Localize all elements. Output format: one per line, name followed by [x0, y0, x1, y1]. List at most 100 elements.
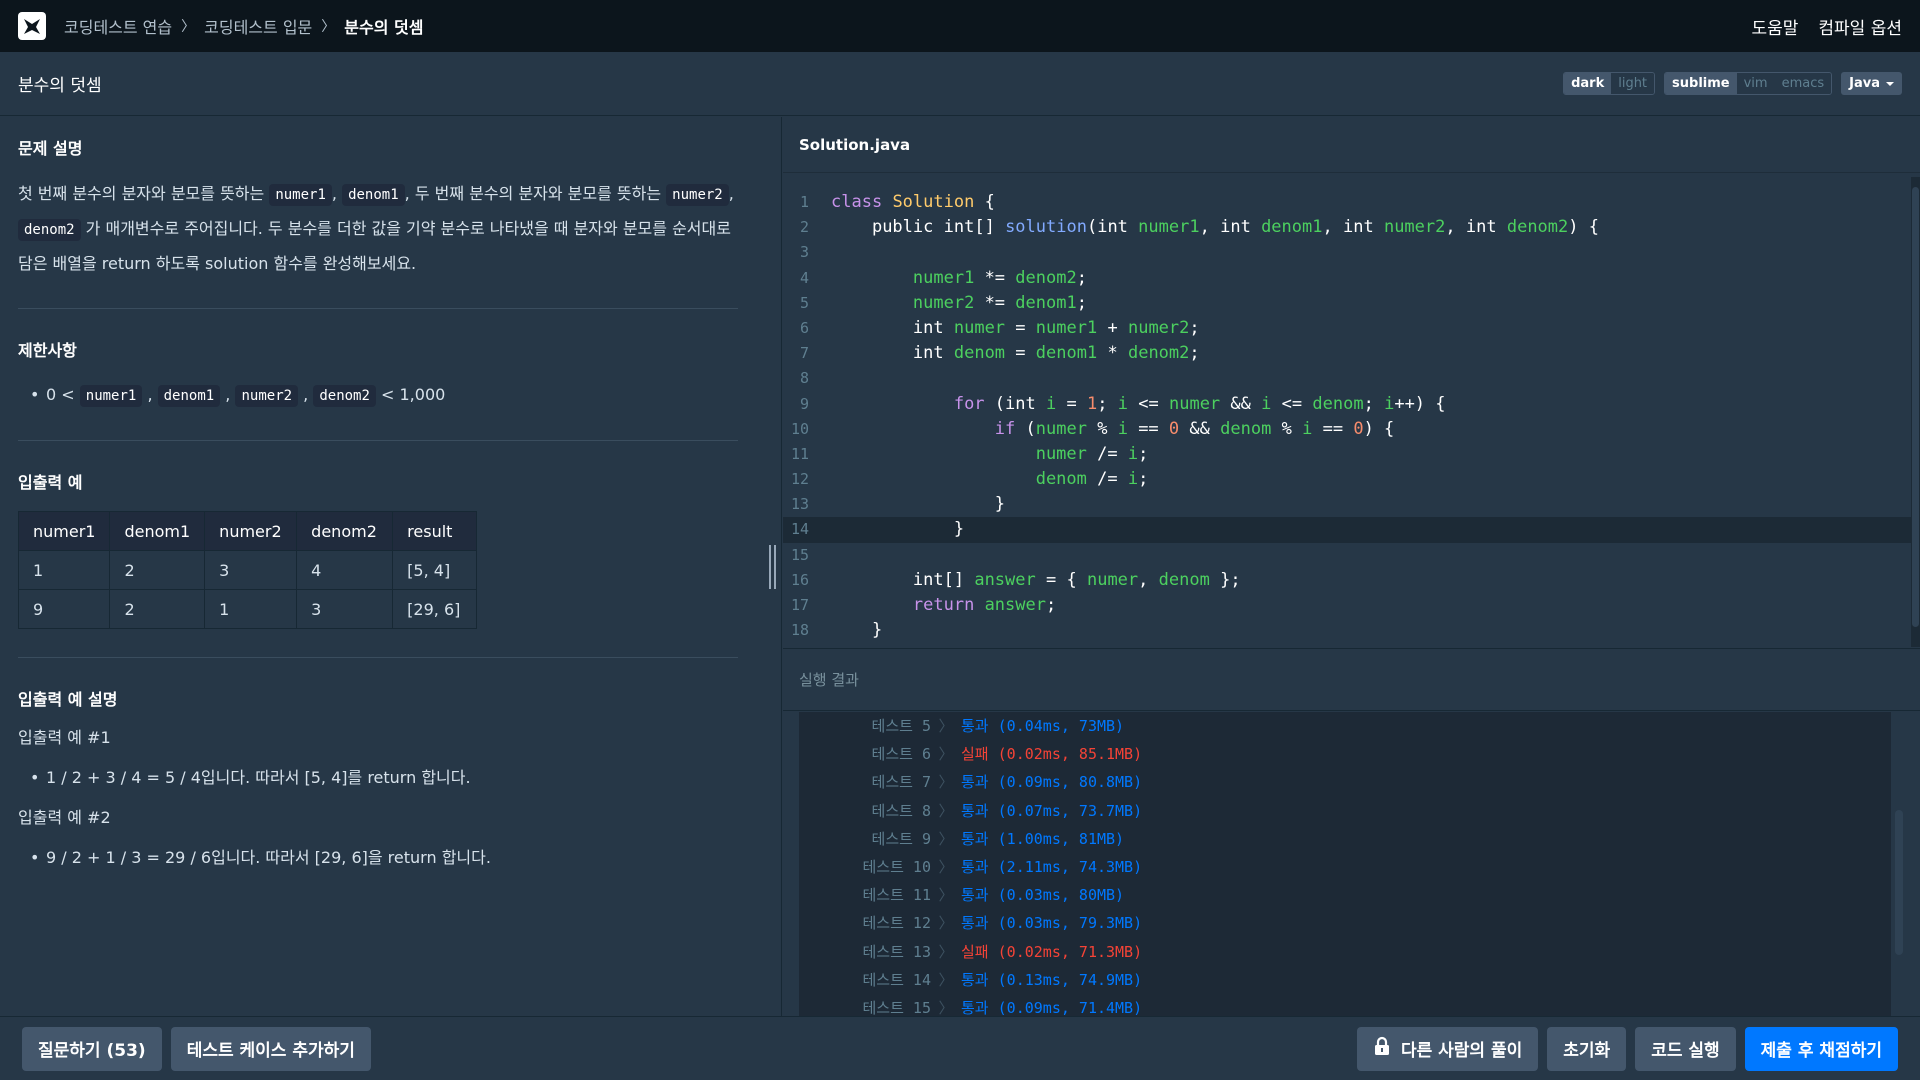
table-cell: 2 [109, 550, 206, 590]
results-panel: 실행 결과 테스트 5 〉 통과 (0.04ms, 73MB) 테스트 6 〉 실패 (0… [783, 648, 1920, 1017]
example-explanation: 9 / 2 + 1 / 3 = 29 / 6입니다. 따라서 [29, 6]을 … [30, 842, 763, 874]
lock-icon [1373, 1036, 1391, 1061]
section-heading: 제한사항 [18, 341, 77, 360]
code-line: 17 return answer; [783, 593, 1911, 618]
button-label: 다른 사람의 풀이 [1400, 1041, 1523, 1061]
table-row: 9 2 1 3 [29, 6] [17, 589, 478, 629]
others-solution-button[interactable]: 다른 사람의 풀이 [1356, 1026, 1539, 1071]
result-row: 테스트 7 〉 통과 (0.09ms, 80.8MB) [799, 768, 1891, 796]
table-cell: [5, 4] [392, 550, 478, 590]
results-scrollbar[interactable] [1895, 810, 1903, 955]
result-row: 테스트 5 〉 통과 (0.04ms, 73MB) [799, 712, 1891, 740]
language-select[interactable]: Java [1841, 72, 1902, 95]
test-name: 테스트 5 [871, 717, 931, 735]
keymap-sublime-button[interactable]: sublime [1665, 73, 1737, 94]
breadcrumb-coding-test-practice[interactable]: 코딩테스트 연습 [64, 14, 172, 38]
code-area[interactable]: 1 class Solution { 2 public int[] solutio… [783, 190, 1911, 643]
run-code-button[interactable]: 코드 실행 [1635, 1026, 1736, 1071]
line-number: 8 [799, 369, 809, 388]
bottom-action-bar: 질문하기 (53) 테스트 케이스 추가하기 다른 사람의 풀이 초기화 코드 … [0, 1016, 1920, 1080]
test-result-fail: 실패 (0.02ms, 85.1MB) [961, 745, 1143, 764]
chevron-right-icon: 〉 [938, 745, 954, 764]
keymap-emacs-button[interactable]: emacs [1774, 73, 1832, 94]
test-name: 테스트 12 [862, 914, 932, 933]
table-header: denom2 [296, 511, 394, 551]
inline-code: numer1 [79, 385, 143, 407]
ask-question-button[interactable]: 질문하기 (53) [22, 1026, 162, 1071]
line-number: 2 [799, 218, 809, 237]
top-navigation: 코딩테스트 연습 〉 코딩테스트 입문 〉 분수의 덧셈 도움말 컴파일 옵션 [0, 0, 1920, 52]
page-title: 분수의 덧셈 [18, 76, 102, 96]
chevron-right-icon: 〉 [938, 717, 954, 735]
test-result-pass: 통과 (2.11ms, 74.3MB) [961, 857, 1143, 876]
code-line: 10 if (numer % i == 0 && denom % i == 0)… [783, 417, 1911, 442]
programmers-logo-icon[interactable] [18, 12, 46, 40]
button-label: 제출 후 채점하기 [1760, 1041, 1882, 1061]
chevron-down-icon [1886, 81, 1894, 86]
button-label: 테스트 케이스 추가하기 [186, 1041, 355, 1061]
section-heading: 입출력 예 설명 [18, 690, 118, 709]
submit-button[interactable]: 제출 후 채점하기 [1744, 1026, 1898, 1071]
line-number: 4 [799, 268, 809, 287]
inline-code: numer2 [235, 385, 299, 407]
button-label: 코드 실행 [1651, 1041, 1720, 1061]
code-line: 12 denom /= i; [783, 467, 1911, 492]
test-result-pass: 통과 (0.13ms, 74.9MB) [961, 970, 1143, 989]
inline-code: denom2 [313, 385, 376, 407]
keymap-toggle: sublime vim emacs [1664, 72, 1833, 95]
problem-description-pane[interactable]: 문제 설명 첫 번째 분수의 분자와 분모를 뜻하는 numer1, denom… [0, 117, 782, 1016]
results-output[interactable]: 테스트 5 〉 통과 (0.04ms, 73MB) 테스트 6 〉 실패 (0.02ms,… [799, 712, 1891, 1017]
inline-code: numer2 [666, 184, 729, 206]
table-cell: 1 [204, 589, 298, 629]
line-number: 13 [790, 495, 809, 514]
editor-toolbar: dark light sublime vim emacs Java [1563, 72, 1902, 95]
line-number: 17 [790, 596, 809, 614]
code-line-active: 14 } [783, 517, 1911, 543]
add-testcase-button[interactable]: 테스트 케이스 추가하기 [170, 1026, 371, 1071]
io-example-table: numer1 denom1 numer2 denom2 result 1 2 3… [17, 511, 478, 629]
code-line: 9 for (int i = 1; i <= numer && i <= den… [783, 392, 1911, 417]
constraint-text: , [147, 385, 153, 404]
table-cell: 2 [109, 589, 206, 629]
constraints-section: 제한사항 0 < numer1 , denom1 , numer2 , deno… [18, 319, 763, 412]
chevron-right-icon: 〉 [181, 19, 196, 35]
chevron-right-icon: 〉 [938, 857, 954, 876]
table-header: denom1 [109, 511, 206, 551]
line-number: 16 [790, 570, 809, 589]
description-text: , 두 번째 분수의 분자와 분모를 뜻하는 [404, 184, 667, 203]
results-heading: 실행 결과 [783, 649, 1920, 711]
test-name: 테스트 9 [871, 829, 931, 848]
code-editor[interactable]: Solution.java 1 class Solution { 2 public… [783, 117, 1920, 647]
compile-options-link[interactable]: 컴파일 옵션 [1818, 14, 1902, 39]
result-row: 테스트 12 〉 통과 (0.03ms, 79.3MB) [799, 909, 1891, 937]
chevron-right-icon: 〉 [938, 942, 954, 961]
language-label: Java [1849, 76, 1880, 91]
pane-resize-handle[interactable] [766, 545, 778, 589]
reset-button[interactable]: 초기화 [1547, 1026, 1627, 1071]
test-result-fail: 실패 (0.02ms, 71.3MB) [961, 942, 1143, 961]
result-row: 테스트 15 〉 통과 (0.09ms, 71.4MB) [799, 994, 1891, 1017]
code-line: 13 } [783, 492, 1911, 517]
code-line: 2 public int[] solution(int numer1, int … [783, 215, 1911, 240]
editor-scrollbar[interactable] [1911, 177, 1920, 647]
code-line: 3 [783, 240, 1911, 265]
divider [18, 440, 738, 441]
test-name: 테스트 8 [871, 801, 931, 820]
description-text: , [728, 184, 734, 203]
theme-light-button[interactable]: light [1611, 73, 1655, 94]
result-row: 테스트 8 〉 통과 (0.07ms, 73.7MB) [799, 797, 1891, 825]
test-name: 테스트 6 [871, 745, 931, 764]
result-row: 테스트 6 〉 실패 (0.02ms, 85.1MB) [799, 740, 1891, 768]
help-link[interactable]: 도움말 [1751, 14, 1798, 39]
chevron-right-icon: 〉 [938, 773, 954, 792]
test-result-pass: 통과 (0.07ms, 73.7MB) [961, 801, 1143, 820]
table-cell: 3 [296, 589, 394, 629]
breadcrumb-current-problem: 분수의 덧셈 [344, 18, 424, 37]
breadcrumb-coding-test-intro[interactable]: 코딩테스트 입문 [204, 14, 312, 38]
test-result-pass: 통과 (0.03ms, 79.3MB) [961, 914, 1143, 933]
result-row: 테스트 10 〉 통과 (2.11ms, 74.3MB) [799, 853, 1891, 881]
theme-dark-button[interactable]: dark [1564, 73, 1612, 94]
code-line: 16 int[] answer = { numer, denom }; [783, 568, 1911, 593]
keymap-vim-button[interactable]: vim [1736, 73, 1775, 94]
line-number: 12 [790, 470, 809, 489]
